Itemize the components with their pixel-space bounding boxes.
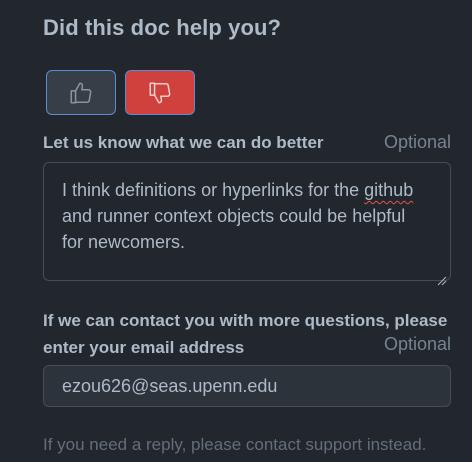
comment-misspelled-word: github <box>364 180 414 200</box>
vote-buttons <box>46 70 195 115</box>
comment-text-part-2: and runner context objects could be help… <box>62 206 406 226</box>
email-field[interactable]: ezou626@seas.upenn.edu <box>43 365 451 407</box>
thumbs-down-button[interactable] <box>125 70 195 115</box>
comment-text-part-1: I think definitions or hyperlinks for th… <box>62 180 365 200</box>
support-help-text: If you need a reply, please contact supp… <box>43 435 427 454</box>
comment-label-row: Let us know what we can do better Option… <box>43 130 451 156</box>
feedback-title: Did this doc help you? <box>43 15 282 40</box>
thumbs-up-button[interactable] <box>46 70 116 115</box>
resize-handle-icon[interactable] <box>437 267 447 286</box>
comment-label: Let us know what we can do better <box>43 133 324 152</box>
email-optional-hint: Optional <box>383 334 451 354</box>
comment-optional-hint: Optional <box>383 132 451 152</box>
thumbs-up-icon <box>68 80 94 106</box>
comment-text-part-3: for newcomers. <box>62 232 186 252</box>
thumbs-down-icon <box>147 80 173 106</box>
email-value: ezou626@seas.upenn.edu <box>62 375 278 396</box>
feedback-form: Did this doc help you? Let us know what … <box>0 0 472 462</box>
comment-textarea[interactable]: I think definitions or hyperlinks for th… <box>43 162 451 286</box>
